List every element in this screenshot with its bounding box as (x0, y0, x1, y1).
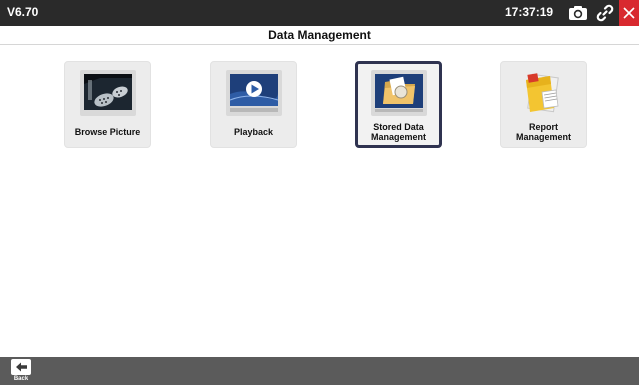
playback-tile[interactable]: Playback (210, 61, 297, 148)
close-button[interactable] (619, 0, 639, 26)
clock: 17:37:19 (505, 5, 554, 19)
tile-label-line1: Report (529, 122, 558, 132)
browse-picture-icon (79, 70, 136, 116)
bottom-bar: Back (0, 357, 639, 385)
tile-label: Browse Picture (74, 127, 141, 137)
report-icon (525, 73, 559, 113)
stored-data-management-tile[interactable]: Stored Data Management (355, 61, 442, 148)
tile-label: Stored Data Management (358, 122, 439, 142)
report-management-tile[interactable]: Report Management (500, 61, 587, 148)
tile-label-line1: Stored Data (373, 122, 424, 132)
version-label: V6.70 (7, 5, 39, 19)
tile-label: Playback (233, 127, 274, 137)
back-arrow-icon (11, 359, 31, 375)
browse-picture-tile[interactable]: Browse Picture (64, 61, 151, 148)
link-icon (596, 4, 614, 22)
tile-label-line2: Management (515, 132, 571, 142)
tile-label-line2: Management (370, 132, 426, 142)
back-label: Back (13, 376, 29, 382)
playback-icon (225, 70, 282, 116)
close-icon (623, 7, 635, 19)
connection-button[interactable] (592, 0, 618, 26)
back-button[interactable]: Back (10, 358, 32, 384)
tile-label: Report Management (501, 122, 586, 142)
camera-icon (569, 6, 587, 20)
title-bar: Data Management (0, 26, 639, 45)
status-bar: V6.70 17:37:19 (0, 0, 639, 26)
page-title: Data Management (268, 28, 371, 42)
screenshot-button[interactable] (565, 0, 591, 26)
stored-data-icon (370, 70, 427, 116)
